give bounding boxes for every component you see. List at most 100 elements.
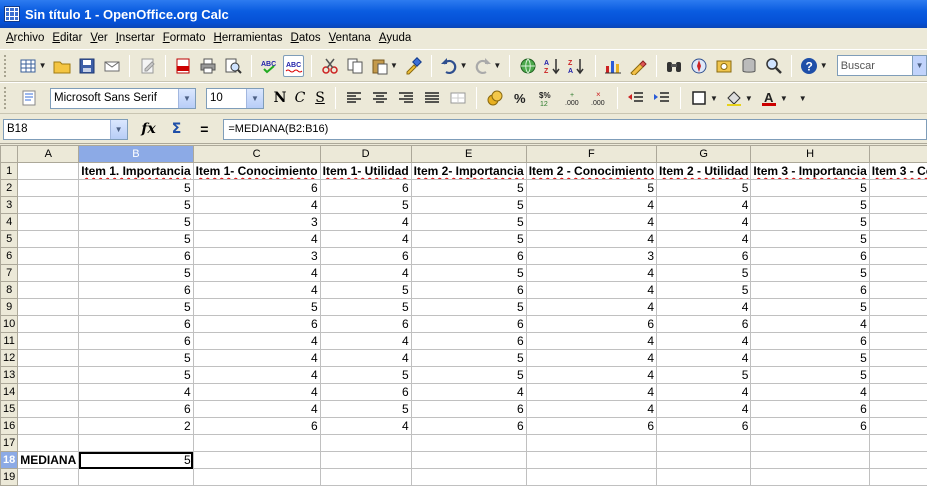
save-icon[interactable]: [76, 55, 97, 77]
value-cell[interactable]: 3: [868, 247, 927, 265]
row-header[interactable]: 15: [0, 400, 19, 418]
value-cell[interactable]: 4: [525, 383, 658, 401]
row-header[interactable]: 3: [0, 196, 19, 214]
redo-icon[interactable]: [473, 55, 494, 77]
toolbar-overflow-icon[interactable]: ▼: [799, 94, 807, 103]
row-header[interactable]: 13: [0, 366, 19, 384]
value-cell[interactable]: 6: [750, 417, 870, 435]
align-center-icon[interactable]: [369, 87, 391, 109]
grid-cell[interactable]: [525, 434, 658, 452]
value-cell[interactable]: 3: [192, 247, 321, 265]
print-preview-icon[interactable]: [223, 55, 244, 77]
grid-cell[interactable]: [17, 162, 80, 180]
row-header[interactable]: 10: [0, 315, 19, 333]
toolbar-overflow-icon[interactable]: ▼: [820, 61, 828, 70]
chevron-down-icon[interactable]: ▼: [39, 61, 47, 70]
menu-ver[interactable]: Ver: [87, 32, 112, 44]
chevron-down-icon[interactable]: ▼: [912, 56, 927, 75]
font-name-select[interactable]: Microsoft Sans Serif ▼: [50, 87, 196, 109]
value-cell[interactable]: 4: [868, 298, 927, 316]
grid-cell[interactable]: [17, 383, 80, 401]
value-cell[interactable]: 5: [319, 366, 412, 384]
grid-cell[interactable]: [750, 451, 870, 469]
value-cell[interactable]: 6: [656, 247, 752, 265]
header-cell[interactable]: Item 2 - Conocimiento: [525, 162, 658, 180]
row-header[interactable]: 7: [0, 264, 19, 282]
median-result-cell[interactable]: 5: [78, 451, 194, 469]
value-cell[interactable]: 4: [750, 383, 870, 401]
value-cell[interactable]: 6: [78, 315, 194, 333]
sort-ascending-icon[interactable]: AZ: [542, 55, 563, 77]
value-cell[interactable]: 4: [192, 332, 321, 350]
value-cell[interactable]: 4: [868, 315, 927, 333]
value-cell[interactable]: 5: [750, 213, 870, 231]
function-wizard-icon[interactable]: fx: [138, 118, 160, 140]
value-cell[interactable]: 5: [868, 196, 927, 214]
grid-cell[interactable]: [656, 468, 752, 486]
value-cell[interactable]: 4: [868, 400, 927, 418]
value-cell[interactable]: 5: [750, 366, 870, 384]
value-cell[interactable]: 4: [868, 264, 927, 282]
value-cell[interactable]: 5: [78, 298, 194, 316]
sum-icon[interactable]: Σ: [166, 118, 188, 140]
chevron-down-icon[interactable]: ▼: [109, 119, 127, 139]
grid-cell[interactable]: [17, 332, 80, 350]
value-cell[interactable]: 6: [410, 400, 527, 418]
row-header[interactable]: 4: [0, 213, 19, 231]
grid-cell[interactable]: [525, 451, 658, 469]
toolbar-grip[interactable]: [4, 87, 10, 109]
value-cell[interactable]: 6: [410, 247, 527, 265]
font-size-select[interactable]: 10 ▼: [206, 87, 264, 109]
underline-button[interactable]: S: [310, 87, 330, 109]
value-cell[interactable]: 5: [410, 179, 527, 197]
value-cell[interactable]: 6: [192, 315, 321, 333]
value-cell[interactable]: 4: [656, 332, 752, 350]
row-header[interactable]: 14: [0, 383, 19, 401]
percent-format-icon[interactable]: %: [510, 87, 532, 109]
navigator-globe-icon[interactable]: [517, 55, 538, 77]
find-binoculars-icon[interactable]: [664, 55, 685, 77]
search-input[interactable]: Buscar ▼: [836, 55, 927, 76]
align-right-icon[interactable]: [395, 87, 417, 109]
value-cell[interactable]: 6: [410, 332, 527, 350]
grid-cell[interactable]: [17, 264, 80, 282]
grid-cell[interactable]: [17, 417, 80, 435]
sort-descending-icon[interactable]: ZA: [567, 55, 588, 77]
background-color-icon[interactable]: [723, 87, 745, 109]
navigator-compass-icon[interactable]: [689, 55, 710, 77]
chevron-down-icon[interactable]: ▼: [246, 88, 263, 108]
column-header-f[interactable]: F: [525, 145, 658, 163]
grid-cell[interactable]: [868, 468, 927, 486]
data-sources-icon[interactable]: [738, 55, 759, 77]
value-cell[interactable]: 6: [750, 400, 870, 418]
value-cell[interactable]: 4: [525, 400, 658, 418]
header-cell[interactable]: Item 1- Conocimiento: [192, 162, 321, 180]
justify-icon[interactable]: [421, 87, 443, 109]
decrease-indent-icon[interactable]: [625, 87, 647, 109]
value-cell[interactable]: 4: [656, 400, 752, 418]
value-cell[interactable]: 5: [78, 264, 194, 282]
grid-cell[interactable]: [17, 247, 80, 265]
value-cell[interactable]: 5: [319, 400, 412, 418]
value-cell[interactable]: 4: [319, 264, 412, 282]
value-cell[interactable]: 4: [525, 349, 658, 367]
value-cell[interactable]: 4: [750, 315, 870, 333]
grid-cell[interactable]: [17, 213, 80, 231]
value-cell[interactable]: 6: [656, 417, 752, 435]
chevron-down-icon[interactable]: ▼: [390, 61, 398, 70]
value-cell[interactable]: 5: [78, 230, 194, 248]
value-cell[interactable]: 4: [192, 230, 321, 248]
help-icon[interactable]: ?: [799, 55, 820, 77]
cut-icon[interactable]: [319, 55, 340, 77]
italic-button[interactable]: C: [290, 87, 310, 109]
menu-insertar[interactable]: Insertar: [113, 32, 160, 44]
row-header[interactable]: 8: [0, 281, 19, 299]
value-cell[interactable]: 6: [78, 332, 194, 350]
grid-cell[interactable]: [17, 281, 80, 299]
value-cell[interactable]: 2: [78, 417, 194, 435]
grid-cell[interactable]: [868, 451, 927, 469]
value-cell[interactable]: 5: [410, 366, 527, 384]
column-header-i[interactable]: I: [868, 145, 927, 163]
value-cell[interactable]: 4: [410, 383, 527, 401]
toolbar-grip[interactable]: [4, 54, 10, 77]
